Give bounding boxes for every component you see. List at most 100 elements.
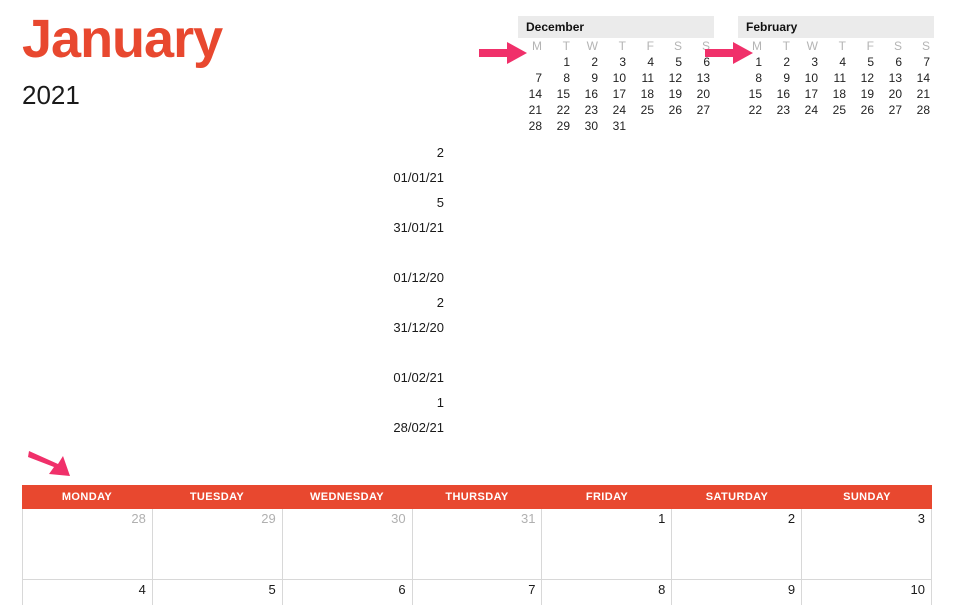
mini-day-cell[interactable]: 17	[602, 86, 630, 102]
mini-day-cell[interactable]: 29	[546, 118, 574, 134]
mini-day-cell[interactable]: 6	[878, 54, 906, 70]
mini-day-cell[interactable]	[658, 118, 686, 134]
calendar-day-cell[interactable]: 2	[672, 509, 803, 580]
value-cell: 2	[436, 145, 444, 160]
mini-day-cell[interactable]	[630, 118, 658, 134]
mini-day-cell[interactable]: 16	[766, 86, 794, 102]
value-cell: 1	[436, 395, 444, 410]
mini-day-cell[interactable]: 1	[546, 54, 574, 70]
mini-day-cell[interactable]: 27	[878, 102, 906, 118]
mini-day-cell[interactable]: 11	[630, 70, 658, 86]
mini-day-cell[interactable]: 22	[546, 102, 574, 118]
mini-day-cell[interactable]: 26	[850, 102, 878, 118]
calendar-day-cell[interactable]: 8	[542, 580, 673, 605]
mini-day-cell[interactable]: 3	[794, 54, 822, 70]
mini-day-cell[interactable]: 19	[850, 86, 878, 102]
mini-day-cell[interactable]: 16	[574, 86, 602, 102]
mini-day-cell[interactable]	[794, 118, 822, 134]
mini-day-cell[interactable]: 18	[630, 86, 658, 102]
mini-day-cell[interactable]: 19	[658, 86, 686, 102]
mini-day-cell[interactable]	[906, 118, 934, 134]
mini-day-cell[interactable]: 22	[738, 102, 766, 118]
mini-day-cell[interactable]: 7	[906, 54, 934, 70]
mini-day-cell[interactable]: 14	[518, 86, 546, 102]
mini-day-cell[interactable]	[738, 118, 766, 134]
mini-day-cell[interactable]	[822, 118, 850, 134]
mini-day-cell[interactable]	[766, 118, 794, 134]
calendar-day-cell[interactable]: 9	[672, 580, 803, 605]
mini-day-cell[interactable]: 23	[766, 102, 794, 118]
calendar-day-cell[interactable]: 30	[282, 509, 413, 580]
mini-calendar-next-month: February M T W T F S S 1 2 3 4 5 6 7 8 9	[738, 16, 934, 134]
mini-day-cell[interactable]: 10	[794, 70, 822, 86]
mini-day-cell[interactable]: 20	[686, 86, 714, 102]
calendar-day-cell[interactable]: 28	[22, 509, 153, 580]
arrow-right-icon	[705, 42, 753, 64]
mini-weekday: W	[806, 39, 818, 53]
mini-day-cell[interactable]: 28	[906, 102, 934, 118]
mini-day-cell[interactable]: 24	[602, 102, 630, 118]
mini-day-cell[interactable]: 27	[686, 102, 714, 118]
arrow-right-icon	[479, 42, 527, 64]
calendar-day-cell[interactable]: 31	[412, 509, 543, 580]
mini-day-cell[interactable]: 8	[738, 70, 766, 86]
mini-day-cell[interactable]: 15	[546, 86, 574, 102]
mini-day-cell[interactable]: 11	[822, 70, 850, 86]
mini-day-cell[interactable]: 24	[794, 102, 822, 118]
mini-day-cell[interactable]: 17	[794, 86, 822, 102]
mini-day-cell[interactable]: 28	[518, 118, 546, 134]
mini-day-cell[interactable]: 18	[822, 86, 850, 102]
mini-weekday: S	[673, 39, 682, 53]
mini-day-cell[interactable]: 21	[906, 86, 934, 102]
mini-day-cell[interactable]: 2	[766, 54, 794, 70]
calendar-day-cell[interactable]: 29	[152, 509, 283, 580]
mini-weekday: F	[646, 39, 654, 53]
calendar-day-cell[interactable]: 6	[283, 580, 413, 605]
calendar-day-cell[interactable]: 3	[802, 509, 933, 580]
mini-day-cell[interactable]: 13	[878, 70, 906, 86]
mini-day-cell[interactable]: 26	[658, 102, 686, 118]
mini-day-cell[interactable]	[686, 118, 714, 134]
mini-day-cell[interactable]	[850, 118, 878, 134]
mini-day-cell[interactable]: 12	[850, 70, 878, 86]
mini-day-cell[interactable]: 12	[658, 70, 686, 86]
mini-day-cell[interactable]	[878, 118, 906, 134]
mini-day-cell[interactable]: 20	[878, 86, 906, 102]
mini-day-cell[interactable]: 21	[518, 102, 546, 118]
calendar-day-cell[interactable]: 5	[153, 580, 283, 605]
mini-day-cell[interactable]: 9	[574, 70, 602, 86]
weekday-header-friday: FRIDAY	[585, 491, 629, 503]
calendar-week-row: 28 29 30 31 1 2 3	[22, 509, 933, 580]
mini-day-cell[interactable]: 30	[574, 118, 602, 134]
mini-day-cell[interactable]: 15	[738, 86, 766, 102]
mini-day-cell[interactable]: 31	[602, 118, 630, 134]
mini-week-row: 7 8 9 10 11 12 13	[518, 70, 714, 86]
mini-week-row: 14 15 16 17 18 19 20	[518, 86, 714, 102]
mini-day-cell[interactable]: 3	[602, 54, 630, 70]
mini-day-cell[interactable]: 23	[574, 102, 602, 118]
calendar-day-cell[interactable]: 4	[22, 580, 153, 605]
value-cell: 31/01/21	[393, 220, 444, 235]
mini-weekday-row: M T W T F S S	[738, 38, 934, 54]
mini-day-cell[interactable]: 5	[850, 54, 878, 70]
mini-day-cell[interactable]: 4	[630, 54, 658, 70]
calendar-day-cell[interactable]: 7	[413, 580, 543, 605]
mini-week-row: 21 22 23 24 25 26 27	[518, 102, 714, 118]
mini-day-cell[interactable]: 9	[766, 70, 794, 86]
mini-day-cell[interactable]: 14	[906, 70, 934, 86]
calendar-day-cell[interactable]: 10	[802, 580, 933, 605]
mini-day-cell[interactable]: 5	[658, 54, 686, 70]
mini-day-cell[interactable]: 25	[822, 102, 850, 118]
mini-week-row: 8 9 10 11 12 13 14	[738, 70, 934, 86]
mini-day-cell[interactable]: 13	[686, 70, 714, 86]
mini-day-cell[interactable]: 2	[574, 54, 602, 70]
calendar-day-cell[interactable]: 1	[542, 509, 673, 580]
value-spacer	[330, 340, 444, 365]
mini-day-cell[interactable]: 7	[518, 70, 546, 86]
mini-day-cell[interactable]: 4	[822, 54, 850, 70]
mini-day-cell[interactable]: 25	[630, 102, 658, 118]
mini-weekday: T	[838, 39, 846, 53]
mini-day-cell[interactable]: 10	[602, 70, 630, 86]
mini-day-cell[interactable]: 8	[546, 70, 574, 86]
mini-week-row: 15 16 17 18 19 20 21	[738, 86, 934, 102]
